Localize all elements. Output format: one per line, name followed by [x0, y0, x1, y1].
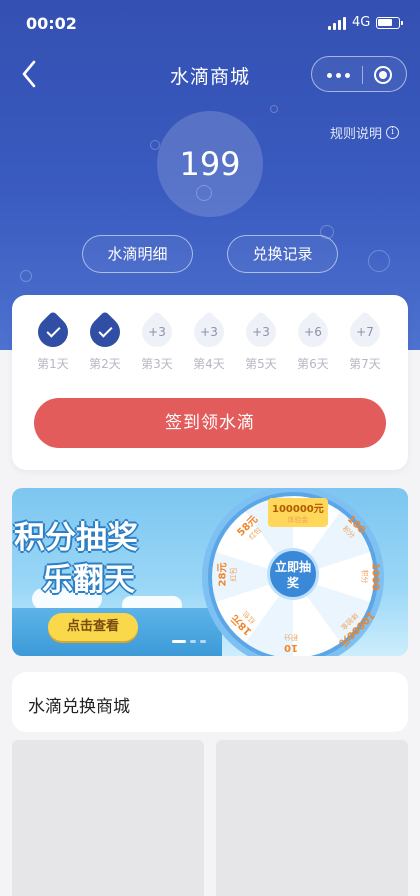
day-reward: +3: [252, 325, 270, 339]
day-reward: +3: [200, 325, 218, 339]
bubble-decoration: [368, 250, 390, 272]
more-dots-icon[interactable]: [327, 73, 351, 78]
drop-icon: +6: [291, 310, 335, 354]
capsule-divider: [362, 66, 363, 84]
drop-icon: +7: [343, 310, 387, 354]
day-label: 第7天: [349, 357, 381, 371]
day-label: 第5天: [245, 357, 277, 371]
checkin-day-4: +3 第4天: [187, 310, 231, 372]
day-label: 第3天: [141, 357, 173, 371]
water-balance: 199: [157, 111, 263, 217]
drop-checked-icon: [83, 310, 127, 354]
history-button[interactable]: 兑换记录: [227, 235, 338, 273]
day-reward: +7: [356, 325, 374, 339]
checkin-button[interactable]: 签到领水滴: [34, 398, 386, 448]
checkin-day-6: +6 第6天: [291, 310, 335, 372]
rules-label: 规则说明: [330, 127, 383, 142]
banner-title: 积分抽奖: [14, 520, 138, 556]
day-reward: +6: [304, 325, 322, 339]
wheel-spin-button[interactable]: 立即抽奖: [267, 548, 319, 600]
checkin-day-5: +3 第5天: [239, 310, 283, 372]
lottery-wheel[interactable]: 100000元 体验金 100 积分 1000 积分 10000元 体验金 10 积分 1…: [202, 488, 384, 656]
bubble-decoration: [270, 105, 278, 113]
banner-subtitle: 乐翻天: [42, 562, 135, 598]
wheel-prize: 1000 积分: [360, 562, 381, 591]
checkin-card: 第1天 第2天 +3 第3天 +3 第4天 +3 第5天 +6 第6天 +7 第…: [12, 295, 408, 470]
day-label: 第6天: [297, 357, 329, 371]
checkin-day-2: 第2天: [83, 310, 127, 372]
drop-icon: +3: [187, 310, 231, 354]
banner-cta-button[interactable]: 点击查看: [48, 613, 138, 641]
lottery-banner[interactable]: 积分抽奖 乐翻天 点击查看 100000元 体验金 100 积分 1000 积分 10…: [12, 488, 408, 656]
day-label: 第1天: [37, 357, 69, 371]
detail-button[interactable]: 水滴明细: [82, 235, 193, 273]
checkin-day-7: +7 第7天: [343, 310, 387, 372]
checkin-day-1: 第1天: [31, 310, 75, 372]
checkin-day-3: +3 第3天: [135, 310, 179, 372]
check-icon: [98, 323, 113, 338]
day-reward: +3: [148, 325, 166, 339]
status-bar: 00:02 4G: [0, 0, 420, 46]
info-icon: i: [386, 126, 400, 139]
wheel-prize: 100000元 体验金: [268, 498, 328, 527]
day-label: 第4天: [193, 357, 225, 371]
drop-icon: +3: [135, 310, 179, 354]
wheel-prize: 10 积分: [284, 633, 298, 653]
check-icon: [46, 323, 61, 338]
drop-icon: +3: [239, 310, 283, 354]
bubble-decoration: [20, 270, 32, 282]
product-card-placeholder[interactable]: [12, 740, 204, 896]
rules-link[interactable]: 规则说明 i: [330, 123, 400, 142]
product-card-placeholder[interactable]: [216, 740, 408, 896]
target-icon[interactable]: [374, 66, 392, 84]
store-title: 水滴兑换商城: [28, 697, 130, 717]
store-section: 水滴兑换商城: [12, 672, 408, 732]
wheel-prize: 28元 红包: [217, 562, 238, 587]
network-type: 4G: [352, 15, 371, 30]
signal-icon: [328, 17, 348, 30]
day-label: 第2天: [89, 357, 121, 371]
drop-checked-icon: [31, 310, 75, 354]
status-time: 00:02: [26, 14, 77, 33]
menu-capsule: [311, 56, 407, 92]
battery-icon: [376, 17, 403, 29]
